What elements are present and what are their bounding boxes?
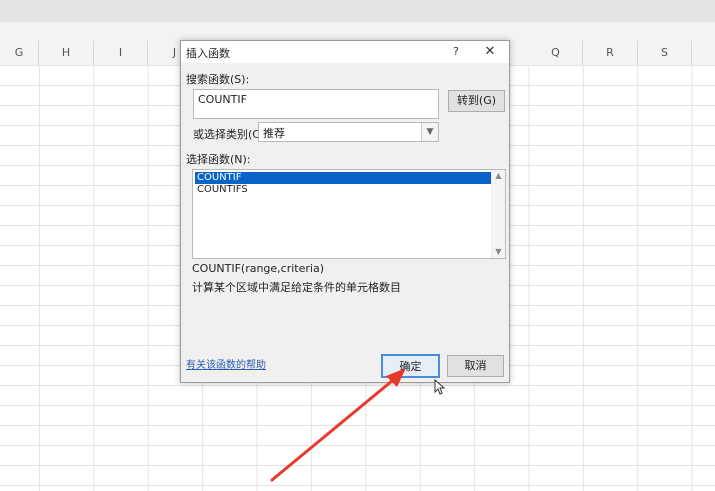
- red-arrow-annotation: [270, 368, 406, 482]
